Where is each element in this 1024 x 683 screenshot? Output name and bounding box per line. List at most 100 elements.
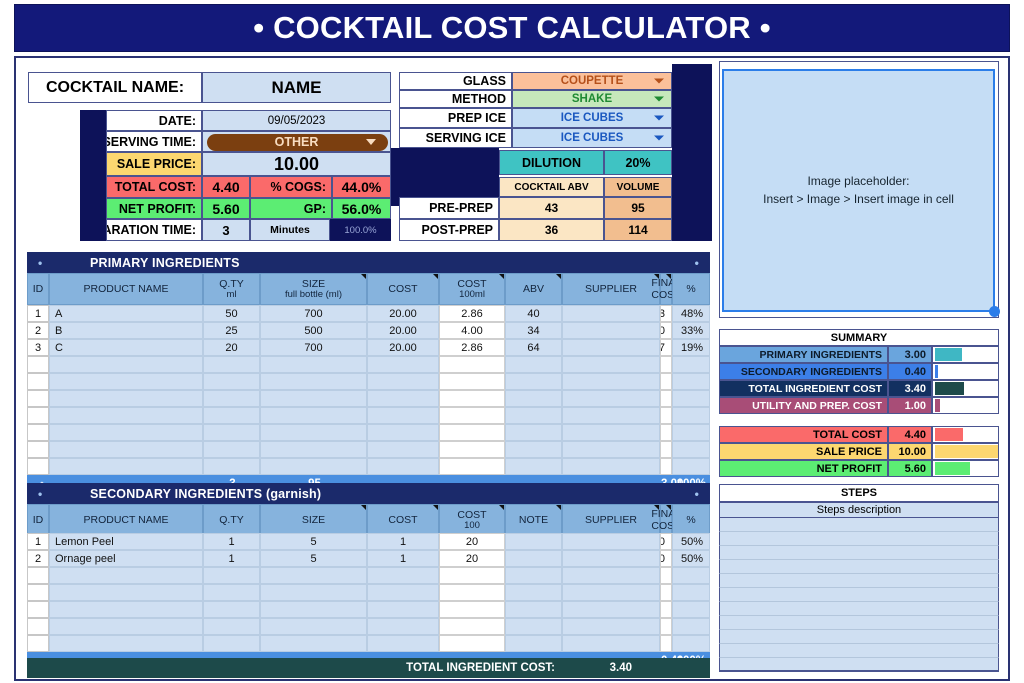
steps-line[interactable] [719,658,999,672]
expand-dot-icon[interactable]: • [695,487,699,501]
table-cell-empty[interactable] [660,458,672,475]
table-cell-empty[interactable] [439,618,505,635]
table-cell-empty[interactable] [562,618,660,635]
table-cell-empty[interactable] [505,356,562,373]
table-cell-empty[interactable] [367,407,439,424]
chevron-down-icon[interactable] [654,96,664,102]
table-cell-empty[interactable] [367,441,439,458]
table-cell-empty[interactable] [49,373,203,390]
table-cell-name[interactable]: A [49,305,203,322]
table-cell-empty[interactable] [367,424,439,441]
serving-time-cell[interactable]: OTHER [202,131,391,152]
prep-time-value[interactable]: 3 [202,219,250,241]
table-cell-empty[interactable] [505,373,562,390]
table-cell-empty[interactable] [203,618,260,635]
table-cell-empty[interactable] [505,635,562,652]
table-cell-empty[interactable] [49,567,203,584]
chevron-down-icon[interactable] [654,78,664,84]
table-cell-empty[interactable] [367,373,439,390]
table-cell-empty[interactable] [49,356,203,373]
table-cell-cost[interactable]: 20.00 [367,339,439,356]
table-cell-supplier[interactable] [562,339,660,356]
table-cell-qty[interactable]: 50 [203,305,260,322]
table-cell-pct[interactable]: 50% [672,550,710,567]
table-cell-empty[interactable] [27,390,49,407]
table-cell-empty[interactable] [27,356,49,373]
table-cell-empty[interactable] [260,441,367,458]
method-value-cell[interactable]: SHAKE [512,90,672,108]
table-cell-qty[interactable]: 1 [203,533,260,550]
table-cell-empty[interactable] [505,601,562,618]
table-cell-supplier[interactable] [562,322,660,339]
table-cell-empty[interactable] [49,635,203,652]
table-cell-final[interactable]: 0.20 [660,533,672,550]
table-cell-empty[interactable] [27,567,49,584]
table-cell-empty[interactable] [27,441,49,458]
table-cell-empty[interactable] [660,356,672,373]
table-cell-size[interactable]: 700 [260,305,367,322]
steps-line[interactable] [719,532,999,546]
table-cell-name[interactable]: Ornage peel [49,550,203,567]
table-cell-empty[interactable] [660,424,672,441]
table-cell-empty[interactable] [562,458,660,475]
table-cell-cost[interactable]: 1 [367,550,439,567]
dilution-value[interactable]: 20% [604,150,672,175]
table-cell-id[interactable]: 1 [27,305,49,322]
table-cell-empty[interactable] [672,601,710,618]
table-cell-empty[interactable] [505,618,562,635]
table-cell-name[interactable]: B [49,322,203,339]
table-cell-empty[interactable] [562,635,660,652]
table-cell-empty[interactable] [505,390,562,407]
table-cell-id[interactable]: 3 [27,339,49,356]
table-cell-empty[interactable] [260,584,367,601]
cocktail-name-value[interactable]: NAME [202,72,391,103]
table-cell-empty[interactable] [27,618,49,635]
table-cell-empty[interactable] [27,584,49,601]
table-cell-empty[interactable] [672,635,710,652]
collapse-dot-icon[interactable]: • [38,487,42,501]
table-cell-final[interactable]: 1.43 [660,305,672,322]
table-cell-id[interactable]: 2 [27,550,49,567]
table-cell-empty[interactable] [260,356,367,373]
table-cell-empty[interactable] [260,618,367,635]
table-cell-note[interactable] [505,550,562,567]
table-cell-empty[interactable] [562,424,660,441]
table-cell-empty[interactable] [439,567,505,584]
table-cell-empty[interactable] [660,567,672,584]
table-cell-qty[interactable]: 20 [203,339,260,356]
table-cell-empty[interactable] [660,601,672,618]
table-cell-supplier[interactable] [562,305,660,322]
steps-line[interactable] [719,546,999,560]
prep-ice-value-cell[interactable]: ICE CUBES [512,108,672,128]
table-cell-empty[interactable] [562,390,660,407]
table-cell-empty[interactable] [505,567,562,584]
table-cell-empty[interactable] [660,584,672,601]
table-cell-empty[interactable] [505,407,562,424]
table-cell-empty[interactable] [562,373,660,390]
collapse-dot-icon[interactable]: • [38,256,42,270]
table-cell-final[interactable]: 0.57 [660,339,672,356]
table-cell-cost[interactable]: 1 [367,533,439,550]
table-cell-empty[interactable] [672,373,710,390]
table-cell-pct[interactable]: 19% [672,339,710,356]
table-cell-id[interactable]: 2 [27,322,49,339]
table-cell-empty[interactable] [660,390,672,407]
table-cell-empty[interactable] [660,618,672,635]
table-cell-empty[interactable] [562,441,660,458]
table-cell-empty[interactable] [672,458,710,475]
table-cell-final[interactable]: 0.20 [660,550,672,567]
table-cell-empty[interactable] [260,458,367,475]
table-cell-empty[interactable] [660,635,672,652]
table-cell-empty[interactable] [27,407,49,424]
table-cell-empty[interactable] [439,424,505,441]
steps-line[interactable] [719,644,999,658]
table-cell-empty[interactable] [203,390,260,407]
table-cell-cost100[interactable]: 4.00 [439,322,505,339]
serving-ice-value-cell[interactable]: ICE CUBES [512,128,672,148]
table-cell-empty[interactable] [49,424,203,441]
table-cell-empty[interactable] [660,373,672,390]
table-cell-empty[interactable] [203,601,260,618]
glass-value-cell[interactable]: COUPETTE [512,72,672,90]
table-cell-empty[interactable] [260,567,367,584]
table-cell-final[interactable]: 1.00 [660,322,672,339]
